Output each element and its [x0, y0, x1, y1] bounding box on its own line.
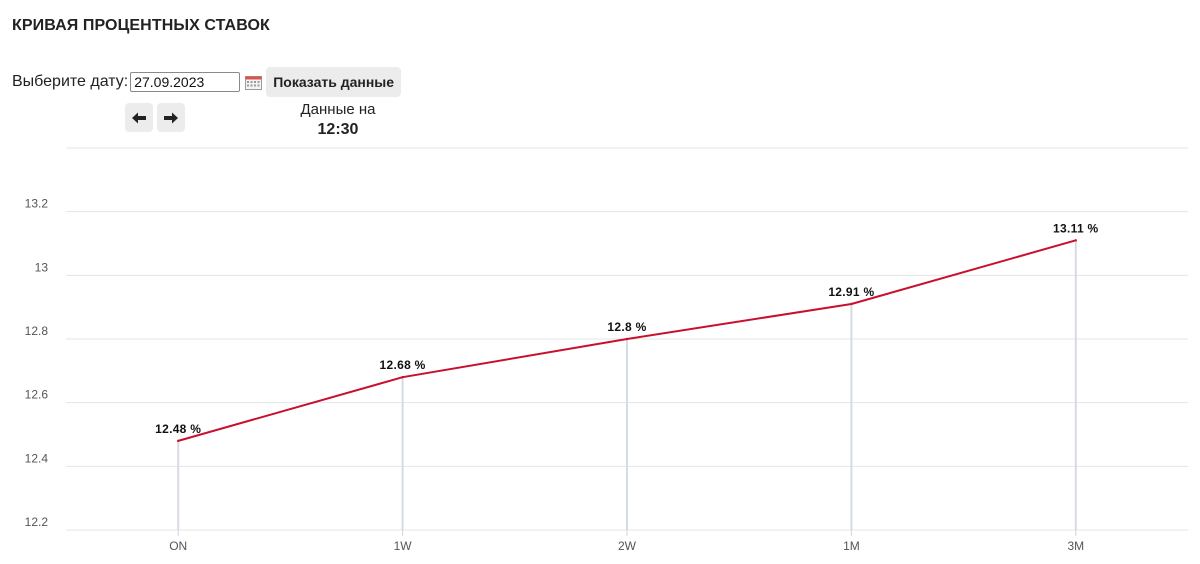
x-tick-label: 3M — [1067, 539, 1084, 553]
data-point — [1074, 239, 1078, 242]
y-tick-label: 12.4 — [25, 451, 49, 465]
drop-lines — [177, 240, 1077, 530]
y-tick-label: 13.2 — [25, 197, 49, 211]
y-tick-label: 12.2 — [25, 515, 49, 529]
data-point — [625, 337, 629, 341]
data-label: 12.48 % — [155, 422, 201, 436]
x-axis — [177, 530, 1077, 536]
data-point — [177, 439, 180, 443]
x-tick-label: ON — [169, 539, 187, 553]
tick-labels: 12.2 12.4 12.6 12.8 13 13.2 ON 1W 2W 1M 3M — [25, 197, 1084, 553]
data-label: 12.91 % — [828, 285, 874, 299]
yield-curve-chart: 12.48 %12.68 %12.8 %12.91 %13.11 % 12.21… — [25, 147, 1188, 553]
x-tick-label: 1M — [843, 539, 860, 553]
y-tick-label: 12.8 — [25, 324, 49, 338]
y-tick-label: 12.6 — [25, 388, 49, 402]
data-point — [401, 376, 404, 379]
data-label: 12.68 % — [380, 358, 426, 372]
data-label: 13.11 % — [1053, 221, 1099, 235]
x-tick-label: 2W — [618, 539, 637, 553]
x-tick-label: 1W — [394, 539, 413, 553]
data-label: 12.8 % — [607, 320, 646, 334]
data-point — [850, 302, 853, 306]
y-tick-label: 13 — [35, 260, 49, 274]
